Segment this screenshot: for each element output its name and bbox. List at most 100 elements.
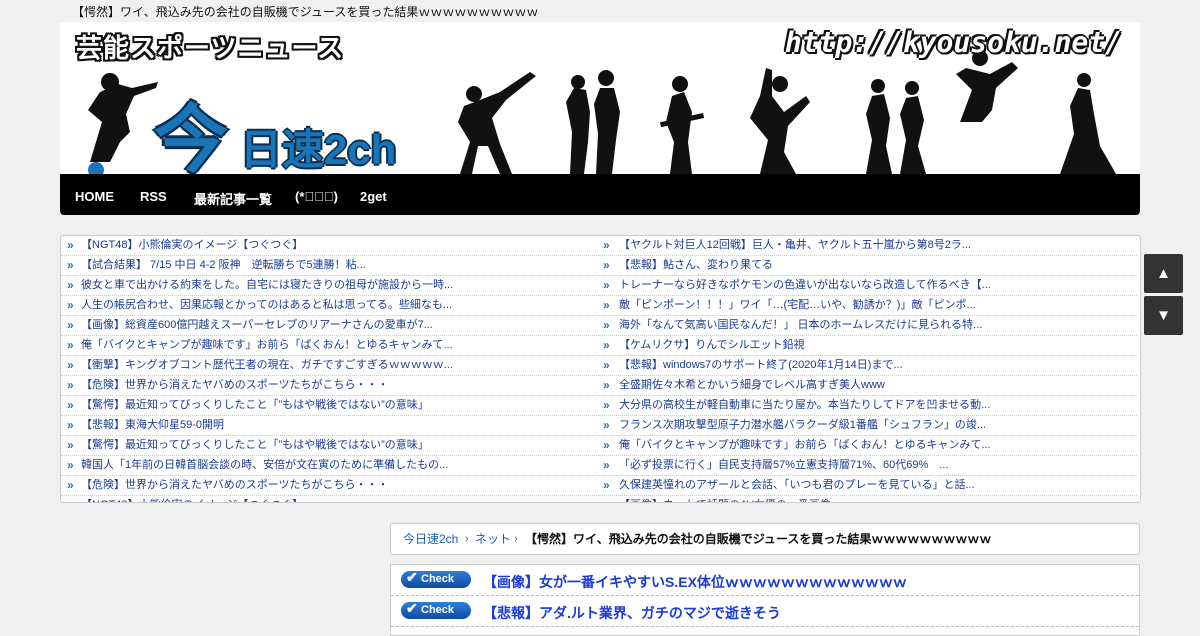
rss-item-link[interactable]: 俺「バイクとキャンプが趣味です」お前ら「ばくおん！とゆるキャンみて...	[81, 336, 453, 355]
rss-item-link[interactable]: 【画像】ネットで話題のAV女優の一番画像ｗｗｗｗｗｗｗｗ...	[619, 496, 928, 502]
site-url: http://kyousoku.net/	[784, 26, 1122, 59]
rss-item[interactable]: » 【NGT48】小熊倫実のイメージ【つぐつぐ】	[61, 496, 599, 502]
rss-item-link[interactable]: 全盛期佐々木希とかいう細身でレベル高すぎ美人www	[619, 376, 885, 395]
rss-item[interactable]: » 【衝撃】キングオブコント歴代王者の現在、ガチですごすぎるｗｗｗｗｗ...	[61, 356, 599, 376]
rss-item-link[interactable]: 【危険】世界から消えたヤバめのスポーツたちがこちら・・・	[81, 376, 389, 395]
rss-item[interactable]: » 【悲報】鮎さん、変わり果てる	[599, 256, 1137, 276]
rss-item[interactable]: » 【驚愕】最近知ってびっくりしたこと「”もはや戦後ではない”の意味」	[61, 396, 599, 416]
scroll-down-button[interactable]: ▼	[1144, 296, 1183, 335]
double-chevron-icon: »	[603, 278, 610, 292]
rss-item[interactable]: » 【悲報】windows7のサポート終了(2020年1月14日)まで...	[599, 356, 1137, 376]
rss-item[interactable]: » 【ケムリクサ】りんでシルエット鉛視	[599, 336, 1137, 356]
rss-right-column: » 【ヤクルト対巨人12回戦】巨人・亀井、ヤクルト五十嵐から第8号2ラ... » 【悲…	[599, 236, 1137, 502]
nav-home[interactable]: HOME	[75, 189, 114, 204]
rss-item[interactable]: » 俺「バイクとキャンプが趣味です」お前ら「ばくおん！とゆるキャンみて...	[61, 336, 599, 356]
rss-item[interactable]: » 【NGT48】小熊倫実のイメージ【つぐつぐ】	[61, 236, 599, 256]
checkmark-icon: ✔	[406, 600, 418, 616]
double-chevron-icon: »	[67, 358, 74, 372]
rss-item[interactable]: » 敵「ピンポーン！！！」ワイ「…(宅配…いや、勧誘か？)」敵「ピンポ...	[599, 296, 1137, 316]
double-chevron-icon: »	[67, 338, 74, 352]
top-article-title[interactable]: 【愕然】ワイ、飛込み先の会社の自販機でジュースを買った結果ｗｗｗｗｗｗｗｗｗｗ	[72, 3, 538, 20]
rss-item[interactable]: » 【画像】総資産600億円越えスーパーセレブのリアーナさんの愛車が7...	[61, 316, 599, 336]
rss-item[interactable]: » 俺「バイクとキャンプが趣味です」お前ら「ばくおん！とゆるキャンみて...	[599, 436, 1137, 456]
rss-item-link[interactable]: 人生の帳尻合わせ、因果応報とかってのはあると私は思ってる。些細なも...	[81, 296, 452, 315]
rss-item[interactable]: » トレーナーなら好きなポケモンの色違いが出ないなら改造して作るべき【...	[599, 276, 1137, 296]
rss-left-column: » 【NGT48】小熊倫実のイメージ【つぐつぐ】 » 【試合結果】 7/15 中日 4…	[61, 236, 599, 502]
site-subtitle: 芸能スポーツニュース	[76, 33, 345, 63]
rss-item[interactable]: » 人生の帳尻合わせ、因果応報とかってのはあると私は思ってる。些細なも...	[61, 296, 599, 316]
check-badge: ✔ Check	[401, 569, 471, 588]
double-chevron-icon: »	[67, 418, 74, 432]
double-chevron-icon: »	[67, 398, 74, 412]
rss-item[interactable]: » 【驚愕】最近知ってびっくりしたこと「”もはや戦後ではない”の意味」	[61, 436, 599, 456]
rss-item-link[interactable]: 【試合結果】 7/15 中日 4-2 阪神 逆転勝ちで5連勝！粘...	[81, 256, 366, 275]
rss-item-link[interactable]: 大分県の高校生が軽自動車に当たり屋か。本当たりしてドアを凹ませる動...	[619, 396, 990, 415]
rss-item[interactable]: » 久保建英憧れのアザールと会話、「いつも君のプレーを見ている」と話...	[599, 476, 1137, 496]
double-chevron-icon: »	[603, 338, 610, 352]
rss-item[interactable]: » 【危険】世界から消えたヤバめのスポーツたちがこちら・・・	[61, 376, 599, 396]
double-chevron-icon: »	[603, 418, 610, 432]
rss-item[interactable]: » 「必ず投票に行く」自民支持層57%立憲支持層71%、60代69% ...	[599, 456, 1137, 476]
rss-item-link[interactable]: 【悲報】windows7のサポート終了(2020年1月14日)まで...	[619, 356, 903, 375]
nav-latest-articles[interactable]: 最新記事一覧	[194, 189, 272, 208]
rss-item-link[interactable]: 敵「ピンポーン！！！」ワイ「…(宅配…いや、勧誘か？)」敵「ピンポ...	[619, 296, 976, 315]
double-chevron-icon: »	[603, 398, 610, 412]
site-logo-text: 日速2ch	[240, 126, 397, 173]
rss-item-link[interactable]: 久保建英憧れのアザールと会話、「いつも君のプレーを見ている」と話...	[619, 476, 975, 495]
rss-item-link[interactable]: 【驚愕】最近知ってびっくりしたこと「”もはや戦後ではない”の意味」	[81, 436, 429, 455]
double-chevron-icon: »	[67, 318, 74, 332]
rss-item-link[interactable]: 【NGT48】小熊倫実のイメージ【つぐつぐ】	[81, 236, 303, 255]
rss-item-link[interactable]: 海外「なんて気高い国民なんだ！」 日本のホームレスだけに見られる特...	[619, 316, 982, 335]
rss-item-link[interactable]: 【悲報】東海大仰星59-0開明	[81, 416, 224, 435]
double-chevron-icon: »	[67, 258, 74, 272]
rss-item-link[interactable]: 【ヤクルト対巨人12回戦】巨人・亀井、ヤクルト五十嵐から第8号2ラ...	[619, 236, 971, 255]
rss-item[interactable]: » 全盛期佐々木希とかいう細身でレベル高すぎ美人www	[599, 376, 1137, 396]
rss-item-link[interactable]: フランス次期攻撃型原子力潜水艦バラクーダ級1番艦「シュフラン」の竣...	[619, 416, 986, 435]
breadcrumb-current: 【愕然】ワイ、飛込み先の会社の自販機でジュースを買った結果ｗｗｗｗｗｗｗｗｗｗ	[525, 532, 992, 546]
breadcrumb: 今日速2ch › ネット › 【愕然】ワイ、飛込み先の会社の自販機でジュースを買…	[390, 523, 1140, 555]
nav-face[interactable]: (*ﾟｰﾟ)	[295, 189, 338, 204]
rss-item-link[interactable]: 彼女と車で出かける約束をした。自宅には寝たきりの祖母が施設から一時...	[81, 276, 453, 295]
site-header-banner[interactable]: 芸能スポーツニュース http://kyousoku.net/ 今 日速2ch	[60, 22, 1140, 174]
rss-item-link[interactable]: 【危険】世界から消えたヤバめのスポーツたちがこちら・・・	[81, 476, 389, 495]
nav-2get[interactable]: 2get	[360, 189, 387, 204]
scroll-up-button[interactable]: ▲	[1144, 254, 1183, 293]
check-label: Check	[421, 573, 455, 585]
rss-item-link[interactable]: 【驚愕】最近知ってびっくりしたこと「”もはや戦後ではない”の意味」	[81, 396, 429, 415]
related-item[interactable]: ✔ Check 【画像】女が一番イキやすいS.EX体位ｗｗｗｗｗｗｗｗｗｗｗｗｗ	[391, 565, 1139, 596]
rss-item-link[interactable]: 【画像】総資産600億円越えスーパーセレブのリアーナさんの愛車が7...	[81, 316, 433, 335]
related-item-title[interactable]: 【悲報】アダ.ルト業界、ガチのマジで逝きそう	[483, 603, 781, 623]
rss-item-link[interactable]: 韓国人「1年前の日韓首脳会談の時、安倍が文在寅のために準備したもの...	[81, 456, 448, 475]
rss-item[interactable]: » 韓国人「1年前の日韓首脳会談の時、安倍が文在寅のために準備したもの...	[61, 456, 599, 476]
rss-item[interactable]: » 大分県の高校生が軽自動車に当たり屋か。本当たりしてドアを凹ませる動...	[599, 396, 1137, 416]
nav-rss[interactable]: RSS	[140, 189, 167, 204]
rss-item[interactable]: » 【ヤクルト対巨人12回戦】巨人・亀井、ヤクルト五十嵐から第8号2ラ...	[599, 236, 1137, 256]
double-chevron-icon: »	[67, 478, 74, 492]
breadcrumb-home-link[interactable]: 今日速2ch	[403, 524, 458, 554]
double-chevron-icon: »	[67, 278, 74, 292]
rss-item[interactable]: » 【危険】世界から消えたヤバめのスポーツたちがこちら・・・	[61, 476, 599, 496]
rss-item-link[interactable]: 俺「バイクとキャンプが趣味です」お前ら「ばくおん！とゆるキャンみて...	[619, 436, 991, 455]
rss-item-link[interactable]: 【NGT48】小熊倫実のイメージ【つぐつぐ】	[81, 496, 303, 502]
double-chevron-icon: »	[67, 238, 74, 252]
rss-item[interactable]: » 【悲報】東海大仰星59-0開明	[61, 416, 599, 436]
rss-item-link[interactable]: トレーナーなら好きなポケモンの色違いが出ないなら改造して作るべき【...	[619, 276, 991, 295]
double-chevron-icon: »	[603, 458, 610, 472]
rss-item[interactable]: » 【試合結果】 7/15 中日 4-2 阪神 逆転勝ちで5連勝！粘...	[61, 256, 599, 276]
rss-item[interactable]: » フランス次期攻撃型原子力潜水艦バラクーダ級1番艦「シュフラン」の竣...	[599, 416, 1137, 436]
breadcrumb-category-link[interactable]: ネット	[475, 524, 511, 554]
related-item[interactable]: ✔ Check 【悲報】アダ.ルト業界、ガチのマジで逝きそう	[391, 596, 1139, 627]
rss-item-link[interactable]: 「必ず投票に行く」自民支持層57%立憲支持層71%、60代69% ...	[619, 456, 948, 475]
rss-item-link[interactable]: 【ケムリクサ】りんでシルエット鉛視	[619, 336, 805, 355]
site-logo-big-char: 今	[154, 98, 228, 174]
rss-item[interactable]: » 彼女と車で出かける約束をした。自宅には寝たきりの祖母が施設から一時...	[61, 276, 599, 296]
double-chevron-icon: »	[603, 258, 610, 272]
rss-item-link[interactable]: 【衝撃】キングオブコント歴代王者の現在、ガチですごすぎるｗｗｗｗｗ...	[81, 356, 453, 375]
rss-item[interactable]: » 【画像】ネットで話題のAV女優の一番画像ｗｗｗｗｗｗｗｗ...	[599, 496, 1137, 502]
double-chevron-icon: »	[603, 378, 610, 392]
double-chevron-icon: »	[603, 298, 610, 312]
rss-item[interactable]: » 海外「なんて気高い国民なんだ！」 日本のホームレスだけに見られる特...	[599, 316, 1137, 336]
rss-item-link[interactable]: 【悲報】鮎さん、変わり果てる	[619, 256, 773, 275]
related-item-title[interactable]: 【画像】女が一番イキやすいS.EX体位ｗｗｗｗｗｗｗｗｗｗｗｗｗ	[483, 572, 907, 592]
double-chevron-icon: »	[603, 318, 610, 332]
